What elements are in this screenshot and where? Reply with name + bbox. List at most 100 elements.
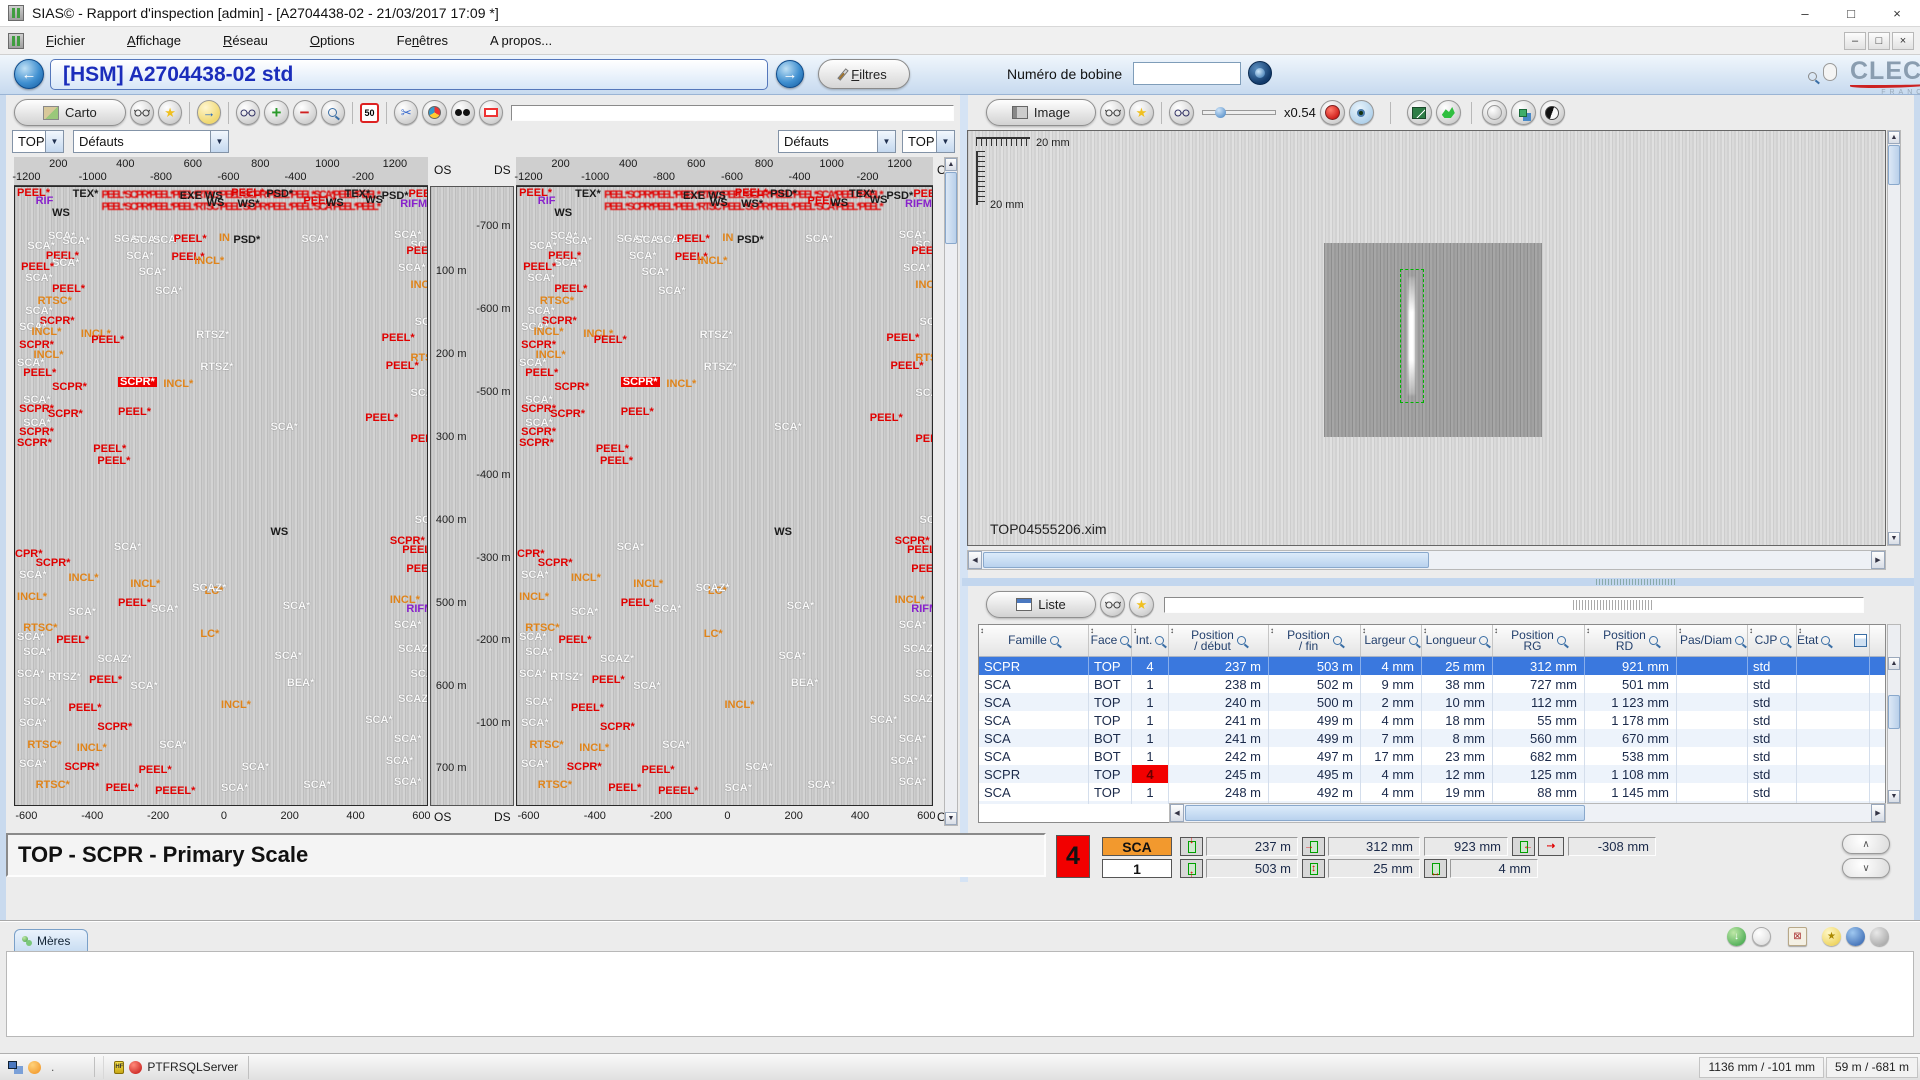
defect-label[interactable]: PEEL* xyxy=(139,765,172,775)
defect-label[interactable]: PEEL* xyxy=(677,234,710,244)
type-combo-left[interactable]: Défauts▼ xyxy=(73,130,229,153)
column-header-3[interactable]: ↕Position/ début xyxy=(1169,625,1269,656)
defect-label[interactable]: RTSZ* xyxy=(48,672,81,682)
preview-glasses-icon[interactable] xyxy=(1169,100,1194,125)
defect-label[interactable]: RIFM* xyxy=(400,199,428,209)
defect-label[interactable]: INCL* xyxy=(725,700,755,710)
defect-label[interactable]: SCA* xyxy=(17,358,45,368)
filter-magnifier-icon[interactable] xyxy=(1120,636,1129,645)
defect-label[interactable]: PSD* xyxy=(266,189,293,199)
filter-magnifier-icon[interactable] xyxy=(1735,636,1744,645)
table-row[interactable]: SCPRTOP4237 m503 m4 mm25 mm312 mm921 mms… xyxy=(979,657,1885,675)
sphere-icon[interactable] xyxy=(1482,100,1507,125)
horizontal-splitter[interactable] xyxy=(962,578,1914,586)
defect-label[interactable]: RTSZ* xyxy=(700,330,733,340)
defect-label[interactable]: SCAZ* xyxy=(920,317,933,327)
defect-label[interactable]: RTSC* xyxy=(538,780,572,790)
scroll-up-icon[interactable]: ▲ xyxy=(1888,131,1900,144)
defect-label[interactable]: PEEL* xyxy=(907,545,933,555)
column-header-8[interactable]: ↕PositionRD xyxy=(1585,625,1677,656)
filters-button[interactable]: Filtres xyxy=(818,59,910,89)
defect-label[interactable]: INCL* xyxy=(194,256,224,266)
defect-label[interactable]: SCA* xyxy=(654,604,682,614)
defect-label[interactable]: PEEL* xyxy=(406,564,428,574)
defect-label[interactable]: RTSC* xyxy=(529,740,563,750)
defect-label[interactable]: SCA* xyxy=(519,632,547,642)
defect-label[interactable]: SCA* xyxy=(805,234,833,244)
zoom-slider[interactable] xyxy=(1202,110,1276,115)
defect-label[interactable]: SCA* xyxy=(394,620,422,630)
menu-item-fichier[interactable]: Fichier xyxy=(32,28,99,53)
column-header-5[interactable]: ↕Largeur xyxy=(1361,625,1422,656)
defect-label[interactable]: SCPR* xyxy=(19,427,54,437)
filter-magnifier-icon[interactable] xyxy=(1557,636,1566,645)
target-icon[interactable] xyxy=(1349,100,1374,125)
scroll-left-icon[interactable]: ◀ xyxy=(1170,804,1184,822)
view-glasses-icon[interactable] xyxy=(1100,100,1125,125)
defect-label[interactable]: SCPR* xyxy=(64,762,99,772)
defect-label[interactable]: SCPR* xyxy=(48,409,83,419)
defect-label[interactable]: IN xyxy=(219,233,230,243)
defect-label[interactable]: WS xyxy=(710,198,728,208)
favorite-star-icon[interactable]: ★ xyxy=(1129,100,1154,125)
maximize-icon[interactable]: □ xyxy=(1828,0,1874,26)
column-header-0[interactable]: ↕Famille xyxy=(979,625,1089,656)
filter-magnifier-icon[interactable] xyxy=(1333,636,1342,645)
table-row[interactable]: SCABOT1238 m502 m9 mm38 mm727 mm501 mmst… xyxy=(979,675,1885,693)
defect-label[interactable]: WS xyxy=(774,527,792,537)
table-vscrollbar[interactable]: ▲ ▼ xyxy=(1887,624,1901,804)
defect-label[interactable]: SCA* xyxy=(519,669,547,679)
defect-label[interactable]: INCL* xyxy=(130,579,160,589)
coil-number-input[interactable] xyxy=(1133,62,1241,85)
carto-map-top[interactable]: PEEL* SCPR* PEEL* PEEL* RTSC* PEEL* SCPR* PEEL*… xyxy=(14,186,428,806)
favorite-star-icon[interactable]: ★ xyxy=(158,100,182,125)
defect-label[interactable]: SCA* xyxy=(23,697,51,707)
defect-label[interactable]: PEEEL* xyxy=(155,786,195,796)
filter-magnifier-icon[interactable] xyxy=(1821,636,1830,645)
defect-label[interactable]: INCL* xyxy=(163,379,193,389)
defect-label[interactable]: PEEL* xyxy=(174,234,207,244)
scroll-thumb[interactable] xyxy=(945,172,957,244)
defect-label[interactable]: PEEL* xyxy=(402,545,428,555)
favorite-star-icon[interactable]: ★ xyxy=(1129,592,1154,617)
defect-label[interactable]: SCA* xyxy=(365,715,393,725)
defect-label[interactable]: PEEL* xyxy=(525,368,558,378)
network-icon[interactable] xyxy=(8,1061,22,1073)
defect-label[interactable]: RIF xyxy=(36,196,54,206)
minimize-icon[interactable]: – xyxy=(1782,0,1828,26)
defect-label[interactable]: SCPR* xyxy=(519,438,554,448)
defect-label[interactable]: SCA* xyxy=(642,267,670,277)
defect-label[interactable]: PEEL* xyxy=(596,444,629,454)
defect-label[interactable]: SCA* xyxy=(915,388,933,398)
carto-map-bottom[interactable]: PEEL* SCPR* PEEL* PEEL* RTSC* PEEL* SCPR* PEEL*… xyxy=(516,186,933,806)
table-options-icon[interactable] xyxy=(1854,634,1867,647)
goto-arrow-icon[interactable]: → xyxy=(197,100,221,125)
defect-label[interactable]: WS xyxy=(52,208,70,218)
defect-label[interactable]: PEEL* xyxy=(592,675,625,685)
defect-label[interactable]: RTSC* xyxy=(36,780,70,790)
defect-label[interactable]: SCPR* xyxy=(567,762,602,772)
filter-magnifier-icon[interactable] xyxy=(1237,636,1246,645)
table-row[interactable]: SCATOP1240 m500 m2 mm10 mm112 mm1 123 mm… xyxy=(979,693,1885,711)
camera-icon[interactable] xyxy=(1248,61,1272,85)
defect-label[interactable]: SCAZ* xyxy=(600,654,634,664)
liste-view-button[interactable]: Liste xyxy=(986,591,1096,618)
defect-label[interactable]: SCA* xyxy=(155,286,183,296)
defect-label[interactable]: SCA* xyxy=(270,422,298,432)
scroll-thumb[interactable] xyxy=(983,552,1429,568)
defect-label[interactable]: INCL* xyxy=(915,280,933,290)
defect-label[interactable]: SCA* xyxy=(411,669,428,679)
defect-label[interactable]: SCA* xyxy=(915,669,933,679)
scroll-right-icon[interactable]: ▶ xyxy=(1871,551,1885,569)
defect-label[interactable]: PEEL* xyxy=(365,413,398,423)
face-combo-right[interactable]: TOP▼ xyxy=(902,130,955,153)
defect-label[interactable]: SCA* xyxy=(151,604,179,614)
view-glasses-icon[interactable] xyxy=(130,100,154,125)
slider-thumb[interactable] xyxy=(1215,107,1226,118)
defect-label[interactable]: SCAZ* xyxy=(903,644,933,654)
mdi-restore-icon[interactable]: □ xyxy=(1868,32,1890,50)
defect-label[interactable]: LC* xyxy=(200,629,219,639)
scroll-down-icon[interactable]: ▼ xyxy=(1888,790,1900,803)
column-header-7[interactable]: ↕PositionRG xyxy=(1493,625,1585,656)
image-view-button[interactable]: Image xyxy=(986,99,1096,126)
